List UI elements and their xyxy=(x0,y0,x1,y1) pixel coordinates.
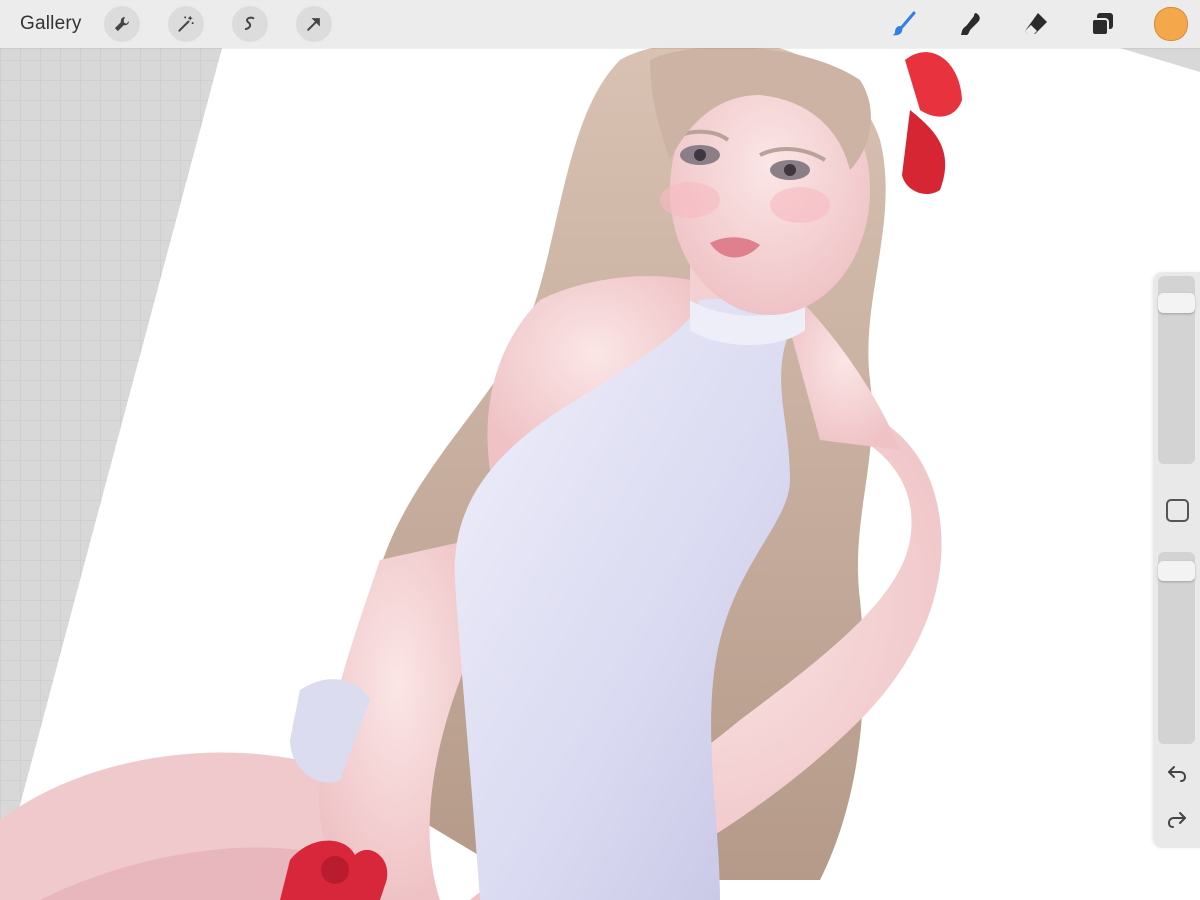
smudge-icon xyxy=(961,13,980,35)
gallery-button[interactable]: Gallery xyxy=(20,13,82,35)
wrench-icon xyxy=(114,16,129,32)
selection-icon xyxy=(244,16,254,30)
layers-icon xyxy=(1091,13,1113,36)
modify-square-icon[interactable] xyxy=(1166,499,1189,522)
brush-tool-button[interactable] xyxy=(884,4,924,44)
transform-arrow-icon xyxy=(306,18,320,31)
selection-button[interactable] xyxy=(231,6,268,42)
transform-button[interactable] xyxy=(295,6,332,42)
top-toolbar: Gallery xyxy=(0,0,1200,48)
eraser-tool-button[interactable] xyxy=(1016,4,1056,44)
magic-wand-icon xyxy=(177,15,194,32)
drawing-canvas[interactable] xyxy=(0,0,1200,900)
layers-button[interactable] xyxy=(1082,4,1122,44)
smudge-tool-button[interactable] xyxy=(950,4,990,44)
brush-size-slider[interactable] xyxy=(1158,276,1195,464)
artwork-illustration xyxy=(0,40,1200,900)
procreate-app: Gallery xyxy=(0,0,1200,900)
brush-opacity-thumb[interactable] xyxy=(1158,561,1195,581)
tool-group xyxy=(858,0,1200,48)
eraser-icon xyxy=(1025,13,1047,34)
brush-size-thumb[interactable] xyxy=(1158,293,1195,313)
side-toolbar xyxy=(1153,272,1200,848)
brush-opacity-slider[interactable] xyxy=(1158,552,1195,744)
brush-icon xyxy=(892,11,916,36)
redo-icon[interactable] xyxy=(1165,808,1189,832)
color-picker-button[interactable] xyxy=(1154,7,1188,41)
adjustments-button[interactable] xyxy=(167,6,204,42)
undo-icon[interactable] xyxy=(1165,762,1189,786)
actions-button[interactable] xyxy=(103,6,140,42)
